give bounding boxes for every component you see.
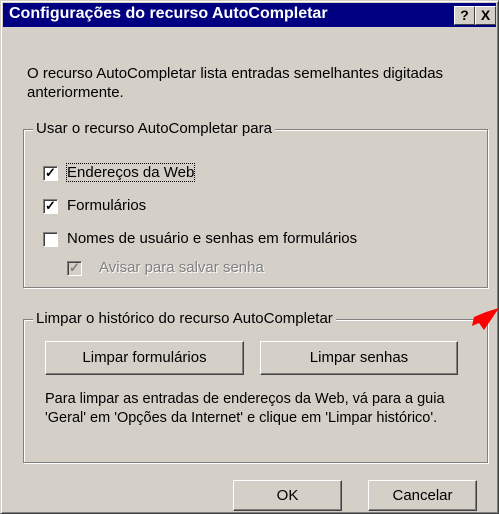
clear-passwords-button[interactable]: Limpar senhas bbox=[260, 341, 458, 375]
web-addresses-checkbox[interactable]: ✓ bbox=[43, 165, 58, 181]
web-addresses-label[interactable]: Endereços da Web bbox=[65, 163, 196, 182]
cancel-button[interactable]: Cancelar bbox=[368, 480, 477, 511]
autocomplete-settings-dialog: Configurações do recurso AutoCompletar ?… bbox=[0, 0, 499, 514]
ok-button[interactable]: OK bbox=[233, 480, 342, 511]
clear-history-note: Para limpar as entradas de endereços da … bbox=[45, 391, 445, 426]
checkmark-icon: ✓ bbox=[45, 198, 56, 213]
usernames-passwords-label[interactable]: Nomes de usuário e senhas em formulários bbox=[67, 230, 357, 247]
clear-forms-button[interactable]: Limpar formulários bbox=[45, 341, 244, 375]
checkmark-icon: ✓ bbox=[45, 165, 56, 180]
dialog-description: O recurso AutoCompletar lista entradas s… bbox=[27, 65, 444, 101]
dialog-title: Configurações do recurso AutoCompletar bbox=[9, 5, 328, 22]
forms-label[interactable]: Formulários bbox=[67, 197, 146, 214]
title-bar[interactable]: Configurações do recurso AutoCompletar ?… bbox=[3, 3, 496, 27]
forms-checkbox[interactable]: ✓ bbox=[43, 198, 58, 214]
annotation-arrow-icon bbox=[472, 308, 499, 330]
help-button[interactable]: ? bbox=[454, 6, 475, 25]
prompt-save-password-checkbox: ✓ bbox=[67, 260, 82, 276]
checkmark-icon: ✓ bbox=[69, 260, 80, 275]
usernames-passwords-checkbox[interactable] bbox=[43, 232, 58, 247]
prompt-save-password-label: Avisar para salvar senha bbox=[99, 259, 264, 276]
clear-history-legend: Limpar o histórico do recurso AutoComple… bbox=[33, 310, 336, 327]
close-button[interactable]: X bbox=[475, 6, 496, 25]
use-autocomplete-legend: Usar o recurso AutoCompletar para bbox=[33, 120, 275, 137]
